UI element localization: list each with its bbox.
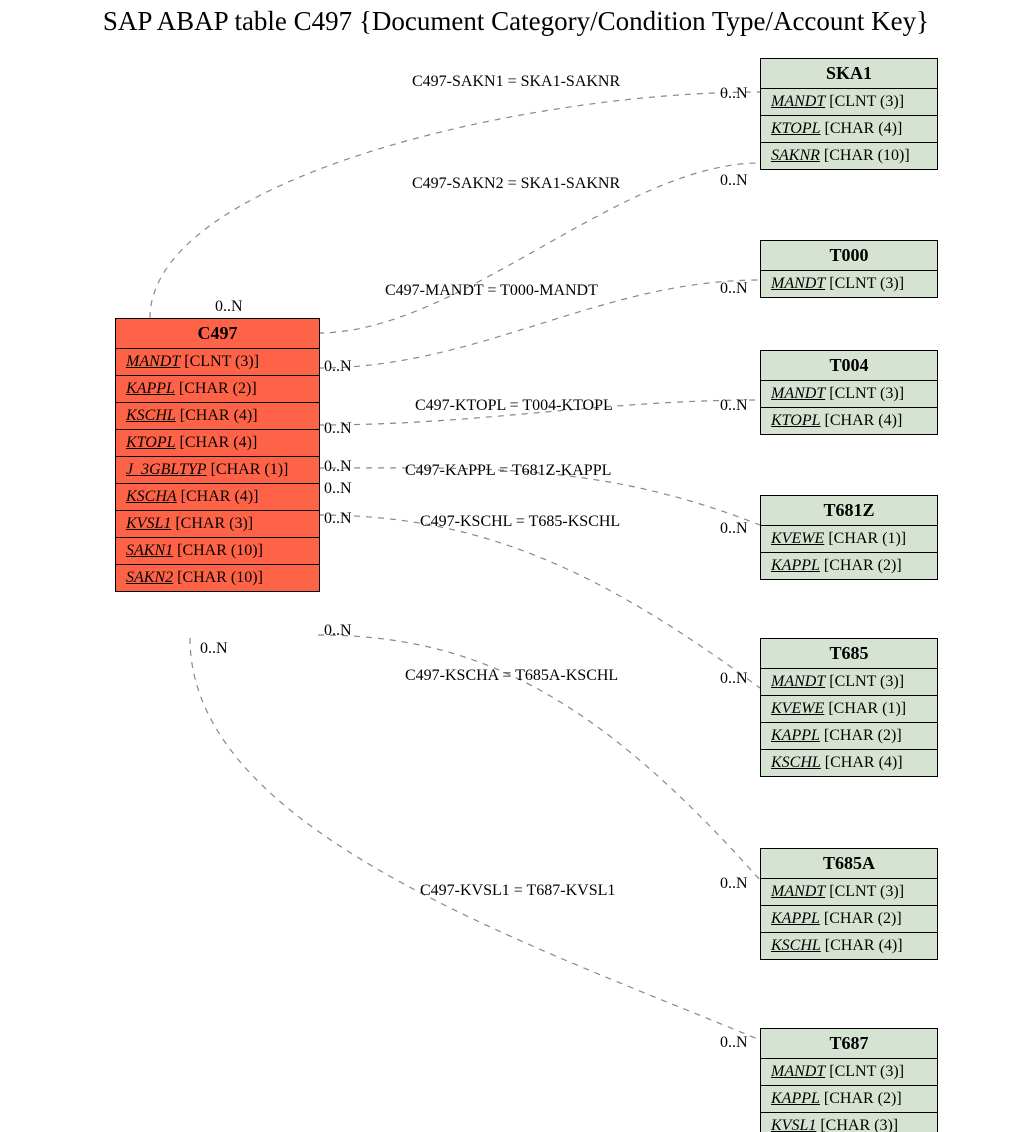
entity-t681z-name: T681Z <box>761 496 937 525</box>
table-row: KAPPL [CHAR (2)] <box>761 905 937 932</box>
table-row: MANDT [CLNT (3)] <box>761 1058 937 1085</box>
page-title: SAP ABAP table C497 {Document Category/C… <box>0 6 1032 37</box>
table-row: KTOPL [CHAR (4)] <box>116 429 319 456</box>
cardinality: 0..N <box>720 280 748 298</box>
table-row: MANDT [CLNT (3)] <box>761 380 937 407</box>
cardinality: 0..N <box>324 622 352 640</box>
cardinality: 0..N <box>720 85 748 103</box>
relation-label: C497-KSCHL = T685-KSCHL <box>420 513 620 531</box>
table-row: MANDT [CLNT (3)] <box>761 878 937 905</box>
table-row: SAKN2 [CHAR (10)] <box>116 564 319 591</box>
cardinality: 0..N <box>200 640 228 658</box>
entity-ska1: SKA1 MANDT [CLNT (3)] KTOPL [CHAR (4)] S… <box>760 58 938 170</box>
table-row: KVEWE [CHAR (1)] <box>761 525 937 552</box>
table-row: KSCHL [CHAR (4)] <box>761 932 937 959</box>
entity-t004-name: T004 <box>761 351 937 380</box>
relation-label: C497-KSCHA = T685A-KSCHL <box>405 667 618 685</box>
entity-t685a: T685A MANDT [CLNT (3)] KAPPL [CHAR (2)] … <box>760 848 938 960</box>
cardinality: 0..N <box>324 458 352 476</box>
entity-t681z: T681Z KVEWE [CHAR (1)] KAPPL [CHAR (2)] <box>760 495 938 580</box>
table-row: KVEWE [CHAR (1)] <box>761 695 937 722</box>
entity-t000: T000 MANDT [CLNT (3)] <box>760 240 938 298</box>
cardinality: 0..N <box>720 670 748 688</box>
table-row: KTOPL [CHAR (4)] <box>761 407 937 434</box>
entity-t687-name: T687 <box>761 1029 937 1058</box>
table-row: SAKNR [CHAR (10)] <box>761 142 937 169</box>
cardinality: 0..N <box>720 1034 748 1052</box>
table-row: KSCHL [CHAR (4)] <box>761 749 937 776</box>
cardinality: 0..N <box>324 420 352 438</box>
entity-t000-name: T000 <box>761 241 937 270</box>
cardinality: 0..N <box>324 358 352 376</box>
entity-t685a-name: T685A <box>761 849 937 878</box>
diagram-page: SAP ABAP table C497 {Document Category/C… <box>0 0 1032 1132</box>
cardinality: 0..N <box>720 172 748 190</box>
cardinality: 0..N <box>324 510 352 528</box>
cardinality: 0..N <box>720 520 748 538</box>
table-row: J_3GBLTYP [CHAR (1)] <box>116 456 319 483</box>
entity-t004: T004 MANDT [CLNT (3)] KTOPL [CHAR (4)] <box>760 350 938 435</box>
relation-label: C497-SAKN2 = SKA1-SAKNR <box>412 175 620 193</box>
relation-label: C497-KVSL1 = T687-KVSL1 <box>420 882 615 900</box>
table-row: MANDT [CLNT (3)] <box>116 348 319 375</box>
table-row: KAPPL [CHAR (2)] <box>116 375 319 402</box>
entity-t685-name: T685 <box>761 639 937 668</box>
cardinality: 0..N <box>720 875 748 893</box>
table-row: KTOPL [CHAR (4)] <box>761 115 937 142</box>
table-row: MANDT [CLNT (3)] <box>761 668 937 695</box>
table-row: MANDT [CLNT (3)] <box>761 270 937 297</box>
entity-t685: T685 MANDT [CLNT (3)] KVEWE [CHAR (1)] K… <box>760 638 938 777</box>
entity-t687: T687 MANDT [CLNT (3)] KAPPL [CHAR (2)] K… <box>760 1028 938 1132</box>
table-row: SAKN1 [CHAR (10)] <box>116 537 319 564</box>
table-row: KSCHL [CHAR (4)] <box>116 402 319 429</box>
table-row: KAPPL [CHAR (2)] <box>761 1085 937 1112</box>
table-row: KSCHA [CHAR (4)] <box>116 483 319 510</box>
relation-label: C497-KTOPL = T004-KTOPL <box>415 397 613 415</box>
table-row: MANDT [CLNT (3)] <box>761 88 937 115</box>
relation-label: C497-KAPPL = T681Z-KAPPL <box>405 462 611 480</box>
relation-label: C497-SAKN1 = SKA1-SAKNR <box>412 73 620 91</box>
cardinality: 0..N <box>720 397 748 415</box>
entity-c497-name: C497 <box>116 319 319 348</box>
entity-ska1-name: SKA1 <box>761 59 937 88</box>
entity-c497: C497 MANDT [CLNT (3)] KAPPL [CHAR (2)] K… <box>115 318 320 592</box>
cardinality: 0..N <box>324 480 352 498</box>
table-row: KVSL1 [CHAR (3)] <box>116 510 319 537</box>
table-row: KVSL1 [CHAR (3)] <box>761 1112 937 1132</box>
table-row: KAPPL [CHAR (2)] <box>761 722 937 749</box>
table-row: KAPPL [CHAR (2)] <box>761 552 937 579</box>
relation-label: C497-MANDT = T000-MANDT <box>385 282 598 300</box>
cardinality: 0..N <box>215 298 243 316</box>
